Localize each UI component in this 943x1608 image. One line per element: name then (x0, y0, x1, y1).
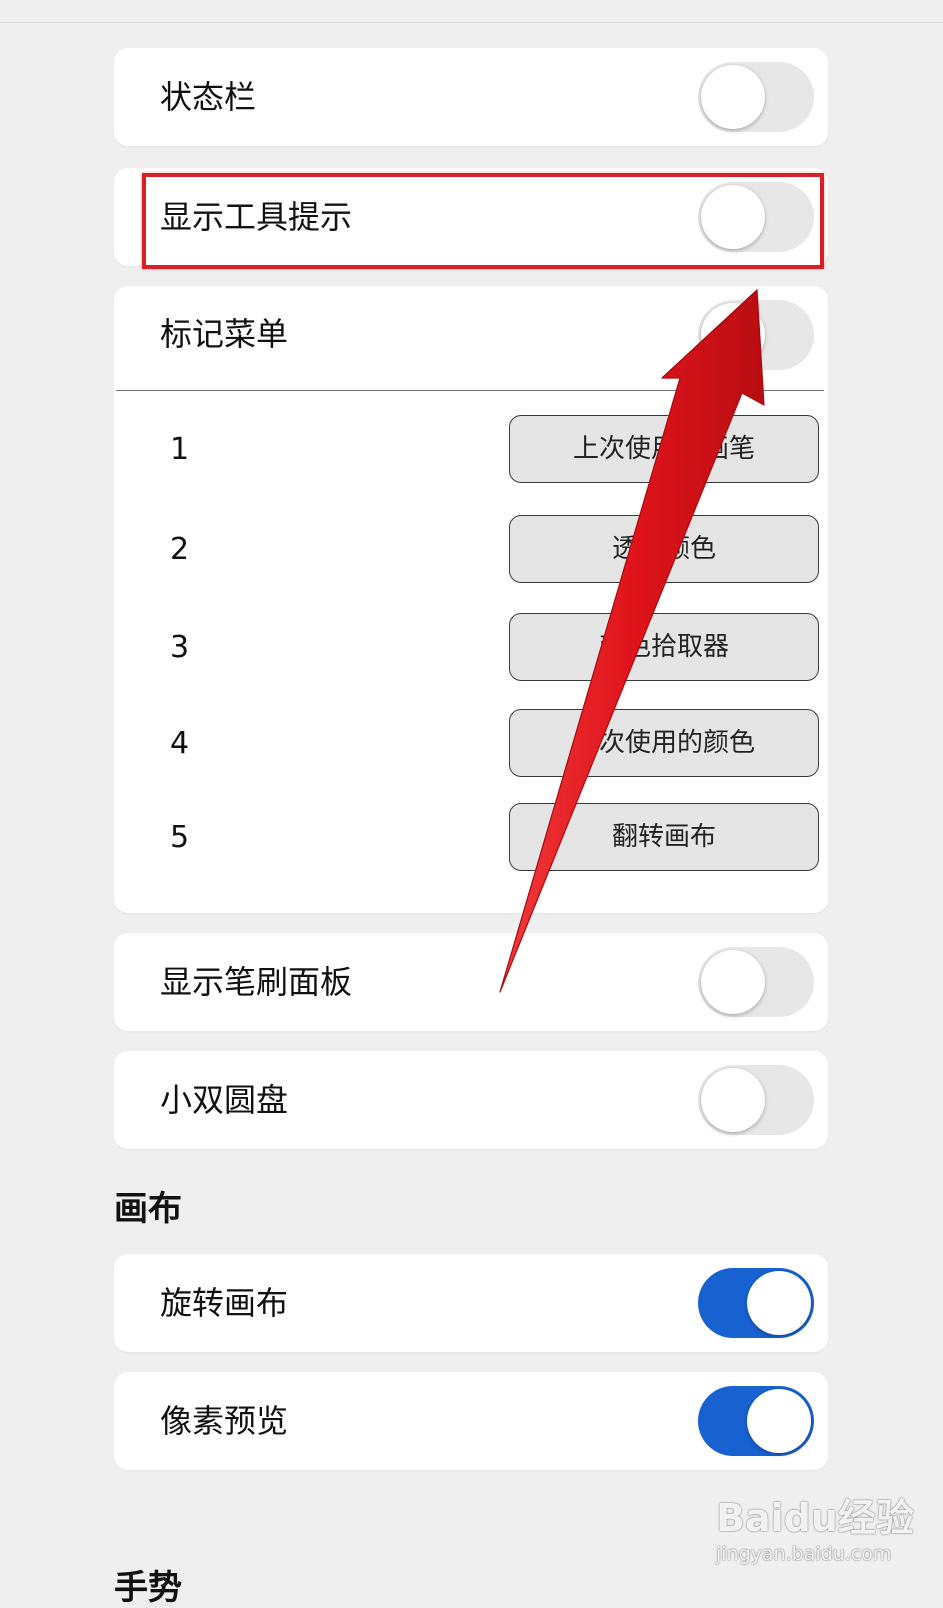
status-bar-setting-row: 状态栏 (114, 48, 828, 146)
show-tooltips-setting-row: 显示工具提示 (114, 168, 828, 266)
toggle-knob (701, 185, 765, 249)
toggle-knob (701, 65, 765, 129)
marking-menu-item-number: 1 (170, 432, 190, 467)
pixel-preview-label: 像素预览 (160, 1402, 289, 1440)
rotate-canvas-label: 旋转画布 (160, 1284, 289, 1322)
watermark-main-text: Baidu经验 (716, 1496, 914, 1540)
marking-menu-item-number: 2 (170, 532, 190, 567)
mini-double-puck-toggle[interactable] (698, 1065, 814, 1135)
show-brush-panel-label: 显示笔刷面板 (160, 963, 353, 1001)
watermark-sub-text: jingyan.baidu.com (716, 1543, 892, 1565)
gestures-section-title: 手势 (114, 1568, 182, 1608)
marking-menu-action-button[interactable]: 透明颜色 (509, 515, 819, 583)
toggle-knob (701, 303, 765, 367)
marking-menu-action-button[interactable]: 翻转画布 (509, 803, 819, 871)
toggle-knob (747, 1271, 811, 1335)
show-brush-panel-toggle[interactable] (698, 947, 814, 1017)
toggle-knob (747, 1389, 811, 1453)
toggle-knob (701, 950, 765, 1014)
marking-menu-divider (116, 390, 824, 391)
status-bar-label: 状态栏 (160, 78, 257, 116)
pixel-preview-toggle[interactable] (698, 1386, 814, 1456)
canvas-section-title: 画布 (114, 1189, 182, 1229)
pixel-preview-setting-row: 像素预览 (114, 1372, 828, 1470)
marking-menu-action-button[interactable]: 上次使用的颜色 (509, 709, 819, 777)
rotate-canvas-setting-row: 旋转画布 (114, 1254, 828, 1352)
marking-menu-card: 标记菜单 1 上次使用的画笔 2 透明颜色 3 颜色拾取器 4 上次使用的颜色 … (114, 286, 828, 913)
marking-menu-item-number: 4 (170, 726, 190, 761)
marking-menu-action-button[interactable]: 上次使用的画笔 (509, 415, 819, 483)
marking-menu-label: 标记菜单 (160, 315, 289, 353)
marking-menu-action-button[interactable]: 颜色拾取器 (509, 613, 819, 681)
show-brush-panel-setting-row: 显示笔刷面板 (114, 933, 828, 1031)
rotate-canvas-toggle[interactable] (698, 1268, 814, 1338)
show-tooltips-label: 显示工具提示 (160, 198, 353, 236)
show-tooltips-toggle[interactable] (698, 182, 814, 252)
mini-double-puck-setting-row: 小双圆盘 (114, 1051, 828, 1149)
marking-menu-toggle[interactable] (698, 300, 814, 370)
mini-double-puck-label: 小双圆盘 (160, 1081, 289, 1119)
toggle-knob (701, 1068, 765, 1132)
marking-menu-item-number: 5 (170, 820, 190, 855)
top-divider (0, 22, 943, 23)
baidu-watermark-logo: Baidu经验 jingyan.baidu.com (716, 1465, 914, 1585)
status-bar-toggle[interactable] (698, 62, 814, 132)
marking-menu-item-number: 3 (170, 630, 190, 665)
